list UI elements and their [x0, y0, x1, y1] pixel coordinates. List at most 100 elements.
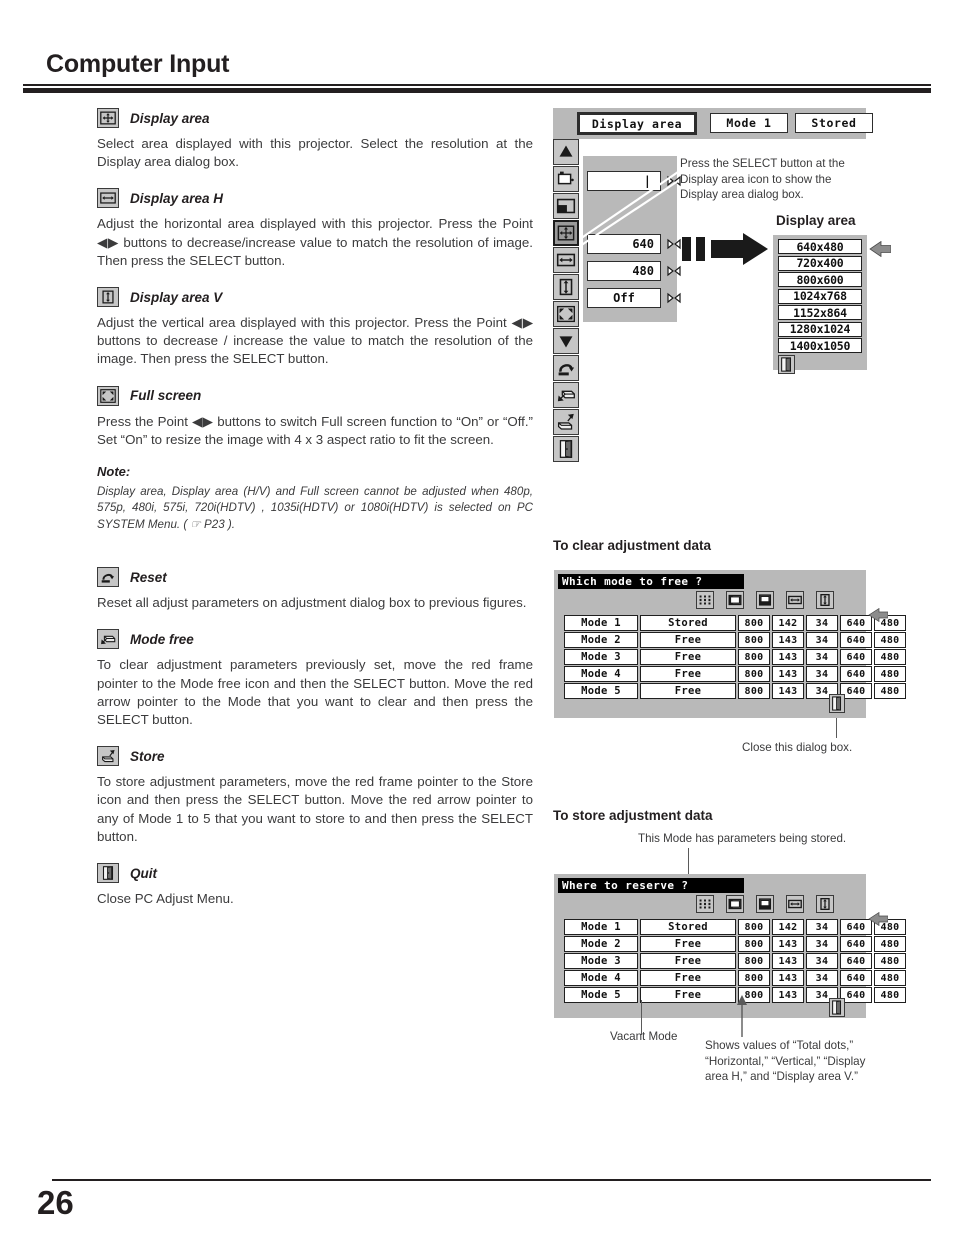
display-area-v-icon — [97, 287, 119, 308]
current-mode-icon[interactable] — [553, 166, 579, 192]
display-area-h-icon — [786, 591, 804, 609]
section-body: Adjust the horizontal area displayed wit… — [97, 216, 533, 268]
resolution-option[interactable]: 1280x1024 — [778, 321, 862, 337]
display-area-h-value: 640 — [840, 936, 872, 952]
horizontal-value: 143 — [772, 936, 804, 952]
note-label: Note: — [97, 464, 131, 480]
caption-close-dialog: Close this dialog box. — [742, 741, 853, 754]
horizontal-value: 142 — [772, 615, 804, 631]
display-area-v-icon[interactable] — [553, 274, 579, 300]
osd-value-v[interactable]: 480 — [587, 261, 661, 281]
leader-arrow-icon — [737, 995, 747, 1037]
display-area-h-icon[interactable] — [553, 247, 579, 273]
full-screen-icon[interactable] — [553, 301, 579, 327]
horizontal-position-icon[interactable] — [553, 193, 579, 219]
mode-free-icon[interactable] — [553, 382, 579, 408]
osd-row-display-area-v: 480 — [587, 261, 683, 281]
resolution-option[interactable]: 1400x1050 — [778, 338, 862, 353]
section-title: Reset — [130, 569, 167, 585]
left-text-column: Display area Select area displayed with … — [97, 108, 533, 925]
store-adjustment-table: Where to reserve ? Mode 1 Stored 800 142… — [554, 874, 906, 1018]
table-column-headers — [696, 591, 834, 609]
vertical-value: 34 — [806, 615, 838, 631]
spinner-arrows-icon[interactable] — [665, 235, 683, 253]
mode-label: Mode 2 — [564, 936, 638, 952]
table-row[interactable]: Mode 1 Stored 800 142 34 640 480 — [564, 615, 906, 631]
section-heading: Full screen — [97, 385, 533, 406]
osd-tab-mode[interactable]: Mode 1 — [710, 113, 788, 133]
scroll-up-icon[interactable] — [553, 139, 579, 165]
mode-free-icon — [97, 629, 119, 650]
table-row[interactable]: Mode 2 Free 800 143 34 640 480 — [564, 632, 906, 648]
scroll-down-icon[interactable] — [553, 328, 579, 354]
reset-icon — [97, 567, 119, 588]
section-heading: Display area H — [97, 188, 533, 209]
display-area-v-icon — [816, 895, 834, 913]
display-area-v-value: 480 — [874, 649, 906, 665]
table-row[interactable]: Mode 4 Free 800 143 34 640 480 — [564, 666, 906, 682]
display-area-h-value: 640 — [840, 632, 872, 648]
section-quit: Quit Close PC Adjust Menu. — [97, 863, 533, 908]
display-area-v-value: 480 — [874, 987, 906, 1003]
display-area-icon[interactable] — [553, 220, 579, 246]
table-row[interactable]: Mode 2 Free 800 143 34 640 480 — [564, 936, 906, 952]
caption-stored-params: This Mode has parameters being stored. — [638, 832, 847, 845]
total-dots-value: 800 — [738, 683, 770, 699]
resolution-option[interactable]: 720x400 — [778, 255, 862, 271]
table-row[interactable]: Mode 4 Free 800 143 34 640 480 — [564, 970, 906, 986]
horizontal-value: 143 — [772, 632, 804, 648]
mode-state: Stored — [640, 919, 736, 935]
mode-label: Mode 2 — [564, 632, 638, 648]
total-dots-icon — [696, 895, 714, 913]
section-heading: Store — [97, 746, 533, 767]
osd-value-blank[interactable]: | — [587, 171, 661, 191]
display-area-v-value: 480 — [874, 953, 906, 969]
leader-line — [836, 718, 838, 738]
total-dots-value: 800 — [738, 666, 770, 682]
osd-tab-stored[interactable]: Stored — [795, 113, 873, 133]
osd-icon-rail — [553, 139, 582, 462]
quit-icon[interactable] — [829, 694, 845, 713]
mode-state: Free — [640, 666, 736, 682]
table-row[interactable]: Mode 3 Free 800 143 34 640 480 — [564, 649, 906, 665]
osd-tab-display-area[interactable]: Display area — [577, 112, 697, 135]
total-dots-value: 800 — [738, 919, 770, 935]
quit-icon[interactable] — [829, 998, 845, 1017]
selection-pointer-icon — [868, 608, 888, 622]
section-display-area-h: Display area H Adjust the horizontal are… — [97, 188, 533, 270]
quit-icon[interactable] — [553, 436, 579, 462]
quit-icon[interactable] — [778, 355, 795, 374]
display-area-h-icon — [97, 188, 119, 209]
section-body: Close PC Adjust Menu. — [97, 891, 234, 907]
resolution-option[interactable]: 640x480 — [778, 239, 862, 254]
resolution-option[interactable]: 800x600 — [778, 272, 862, 287]
spinner-arrows-icon[interactable] — [665, 289, 683, 307]
total-dots-value: 800 — [738, 970, 770, 986]
table-row[interactable]: Mode 5 Free 800 143 34 640 480 — [564, 683, 906, 699]
osd-value-full-screen[interactable]: Off — [587, 288, 661, 308]
store-icon[interactable] — [553, 409, 579, 435]
table-row[interactable]: Mode 3 Free 800 143 34 640 480 — [564, 953, 906, 969]
osd-value-h[interactable]: 640 — [587, 234, 661, 254]
page-title: Computer Input — [46, 50, 230, 78]
resolution-option[interactable]: 1152x864 — [778, 305, 862, 320]
store-table-heading: To store adjustment data — [553, 808, 713, 823]
note-block: Note: Display area, Display area (H/V) a… — [97, 464, 533, 533]
display-area-h-icon — [786, 895, 804, 913]
horizontal-value: 143 — [772, 987, 804, 1003]
mode-state: Free — [640, 987, 736, 1003]
section-body: To store adjustment parameters, move the… — [97, 774, 533, 844]
display-area-h-value: 640 — [840, 953, 872, 969]
spinner-arrows-icon[interactable] — [665, 262, 683, 280]
horizontal-icon — [726, 591, 744, 609]
table-row[interactable]: Mode 1 Stored 800 142 34 640 480 — [564, 919, 906, 935]
page-number: 26 — [37, 1184, 74, 1221]
vertical-value: 34 — [806, 632, 838, 648]
resolution-option[interactable]: 1024x768 — [778, 288, 862, 304]
section-title: Mode free — [130, 631, 194, 647]
reset-icon[interactable] — [553, 355, 579, 381]
table-title: Where to reserve ? — [558, 878, 744, 893]
osd-row-full-screen: Off — [587, 288, 683, 308]
mode-label: Mode 1 — [564, 919, 638, 935]
total-dots-value: 800 — [738, 615, 770, 631]
